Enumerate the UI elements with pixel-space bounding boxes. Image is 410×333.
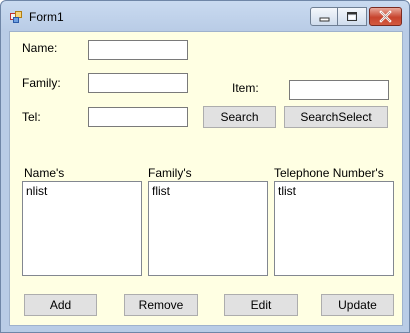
close-icon — [379, 10, 392, 23]
item-field[interactable] — [289, 80, 389, 100]
families-listbox[interactable]: flist — [148, 181, 268, 276]
minimize-icon — [319, 17, 330, 22]
form1-window: Form1 Name: Family: Tel: Item: Search Se… — [0, 0, 410, 333]
window-title: Form1 — [29, 10, 64, 24]
phones-list-header: Telephone Number's — [274, 166, 384, 180]
list-item[interactable]: tlist — [278, 184, 296, 198]
phones-listbox[interactable]: tlist — [274, 181, 394, 276]
tel-label: Tel: — [22, 110, 41, 124]
close-button[interactable] — [369, 7, 402, 26]
tel-field[interactable] — [88, 107, 188, 127]
title-bar[interactable]: Form1 — [1, 1, 409, 31]
update-button[interactable]: Update — [321, 294, 394, 316]
names-listbox[interactable]: nlist — [22, 181, 142, 276]
names-list-header: Name's — [24, 166, 65, 180]
minimize-button[interactable] — [310, 7, 338, 26]
name-field[interactable] — [88, 40, 188, 60]
list-item[interactable]: flist — [152, 184, 170, 198]
edit-button[interactable]: Edit — [224, 294, 298, 316]
maximize-button[interactable] — [338, 7, 367, 26]
list-item[interactable]: nlist — [26, 184, 47, 198]
family-field[interactable] — [88, 73, 188, 93]
form-icon — [10, 11, 22, 23]
search-button[interactable]: Search — [203, 106, 276, 128]
form-client-area: Name: Family: Tel: Item: Search SearchSe… — [9, 31, 403, 326]
family-label: Family: — [22, 76, 61, 90]
remove-button[interactable]: Remove — [124, 294, 198, 316]
add-button[interactable]: Add — [24, 294, 97, 316]
name-label: Name: — [22, 41, 58, 55]
search-select-button[interactable]: SearchSelect — [284, 106, 388, 128]
item-label: Item: — [232, 81, 259, 95]
maximize-icon — [347, 12, 357, 21]
families-list-header: Family's — [148, 166, 192, 180]
